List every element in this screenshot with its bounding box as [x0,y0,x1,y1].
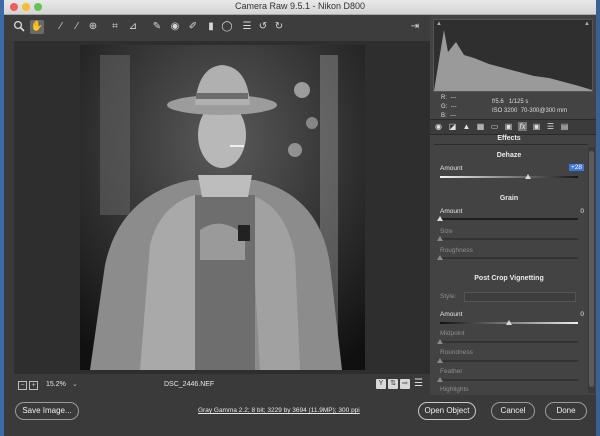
save-image-button[interactable]: Save Image... [15,402,79,420]
vignette-style-select[interactable] [464,292,576,302]
crop-icon[interactable]: ⌗ [108,20,122,34]
lens: 70-300@300 mm [520,108,568,114]
spot-removal-icon[interactable]: ✎ [150,20,164,34]
aperture: f/5.6 [492,99,504,105]
dehaze-amount-label: Amount [440,165,463,172]
vignette-feather-slider[interactable] [437,377,578,382]
before-after-toggle-icon[interactable]: Y [376,379,386,389]
zoom-icon[interactable] [12,20,26,34]
copy-settings-icon[interactable]: ⇨ [400,379,410,389]
hand-icon[interactable]: ✋ [30,20,44,34]
vignette-amount-thumb[interactable] [506,320,512,325]
status-bar: − + 15.2% ⌄ DSC_2446.NEF Y ⇅ ⇨ ☰ [14,376,430,394]
r-label: R: [441,95,447,101]
vignette-midpoint-label: Midpoint [440,330,465,337]
grain-roughness-thumb[interactable] [437,255,443,260]
swap-settings-icon[interactable]: ⇅ [388,379,398,389]
rotate-ccw-icon[interactable]: ↺ [256,20,270,34]
iso: ISO 3200 [492,108,518,114]
filename: DSC_2446.NEF [164,381,215,388]
vignette-roundness-label: Roundness [440,349,473,356]
vignette-roundness-slider[interactable] [437,358,578,363]
snapshots-icon[interactable]: ▤ [560,122,569,131]
camera-calibration-icon[interactable]: ▣ [532,122,541,131]
panel-scrollbar-thumb[interactable] [589,151,594,387]
right-panel: ▲ ▲ R: --- G: --- B: --- f/5.6 1/125 s I… [430,15,596,395]
toggle-fullscreen-icon[interactable]: ⇥ [408,20,422,34]
preferences-icon[interactable]: ☰ [240,20,254,34]
vignette-feather-thumb[interactable] [437,377,443,382]
grain-amount-value[interactable]: 0 [580,208,584,215]
grain-size-slider[interactable] [437,236,578,241]
g-label: G: [441,104,448,110]
panel-title: Effects [497,135,521,142]
window-title: Camera Raw 9.5.1 - Nikon D800 [234,1,366,11]
zoom-in-icon[interactable]: + [29,381,38,390]
vignette-heading: Post Crop Vignetting [474,275,544,282]
panel-tabs: ◉ ◪ ▲ ▦ ▭ ▣ fx ▣ ☰ ▤ [430,119,596,135]
presets-icon[interactable]: ☰ [546,122,555,131]
g-value: --- [450,104,457,110]
vignette-feather-label: Feather [440,368,463,375]
color-sampler-icon[interactable]: ⁄ [70,20,84,34]
workflow-options-link[interactable]: Gray Gamma 2.2; 8 bit; 3229 by 3694 (11.… [198,407,360,414]
grain-roughness-slider[interactable] [437,255,578,260]
grain-amount-thumb[interactable] [437,216,443,221]
vignette-amount-value[interactable]: 0 [580,311,584,318]
basic-icon[interactable]: ◉ [434,122,443,131]
toolbar: ✋ ⁄ ⁄ ⊕ ⌗ ⊿ ✎ ◉ ✐ ▮ ◯ ☰ ↺ ↻ ⇥ [4,15,430,41]
r-value: --- [450,95,457,101]
white-balance-icon[interactable]: ⁄ [54,20,68,34]
grain-roughness-label: Roughness [440,247,473,254]
image-preview-area[interactable] [14,41,430,374]
preview-preferences-icon[interactable]: ☰ [414,378,423,389]
target-adjustment-icon[interactable]: ⊕ [86,20,100,34]
panel-scrollbar[interactable] [588,147,595,393]
adjustment-brush-icon[interactable]: ✐ [186,20,200,34]
graduated-filter-icon[interactable]: ▮ [204,20,218,34]
done-button[interactable]: Done [545,402,587,420]
photo-preview [80,45,365,370]
exif-info: f/5.6 1/125 s ISO 3200 70-300@300 mm [492,98,567,116]
rotate-cw-icon[interactable]: ↻ [272,20,286,34]
detail-icon[interactable]: ▲ [462,122,471,131]
vignette-style-label: Style: [440,293,457,300]
radial-filter-icon[interactable]: ◯ [220,20,234,34]
red-eye-icon[interactable]: ◉ [168,20,182,34]
histogram: ▲ ▲ [433,19,593,92]
vignette-roundness-thumb[interactable] [437,358,443,363]
grain-amount-label: Amount [440,208,463,215]
hsl-icon[interactable]: ▦ [476,122,485,131]
zoom-dropdown-icon[interactable]: ⌄ [72,380,78,388]
vignette-midpoint-slider[interactable] [437,339,578,344]
straighten-icon[interactable]: ⊿ [126,20,140,34]
vignette-highlights-label: Highlights [440,386,469,393]
grain-heading: Grain [499,195,519,202]
open-object-button[interactable]: Open Object [418,402,476,420]
grain-amount-slider[interactable] [437,216,578,221]
shutter-speed: 1/125 s [508,99,529,105]
title-bar: Camera Raw 9.5.1 - Nikon D800 [4,0,596,15]
dehaze-amount-slider[interactable] [440,174,578,179]
vignette-midpoint-thumb[interactable] [437,339,443,344]
camera-raw-window: Camera Raw 9.5.1 - Nikon D800 ✋ ⁄ ⁄ ⊕ ⌗ … [4,0,596,436]
zoom-level[interactable]: 15.2% [46,381,66,388]
effects-icon[interactable]: fx [518,122,527,131]
shadow-clipping-icon[interactable]: ▲ [436,21,442,27]
zoom-out-icon[interactable]: − [18,381,27,390]
vignette-amount-slider[interactable] [440,320,578,325]
grain-size-thumb[interactable] [437,236,443,241]
dehaze-amount-value[interactable]: +28 [568,164,584,171]
grain-size-label: Size [440,228,453,235]
dehaze-slider-thumb[interactable] [525,174,532,179]
cancel-button[interactable]: Cancel [491,402,535,420]
bottom-bar: Save Image... Gray Gamma 2.2; 8 bit; 322… [4,396,596,436]
highlight-clipping-icon[interactable]: ▲ [584,21,590,27]
split-toning-icon[interactable]: ▭ [490,122,499,131]
rgb-readout: R: --- G: --- B: --- [441,94,457,121]
tone-curve-icon[interactable]: ◪ [448,122,457,131]
dehaze-heading: Dehaze [496,152,522,159]
lens-corrections-icon[interactable]: ▣ [504,122,513,131]
vignette-amount-label: Amount [440,311,463,318]
